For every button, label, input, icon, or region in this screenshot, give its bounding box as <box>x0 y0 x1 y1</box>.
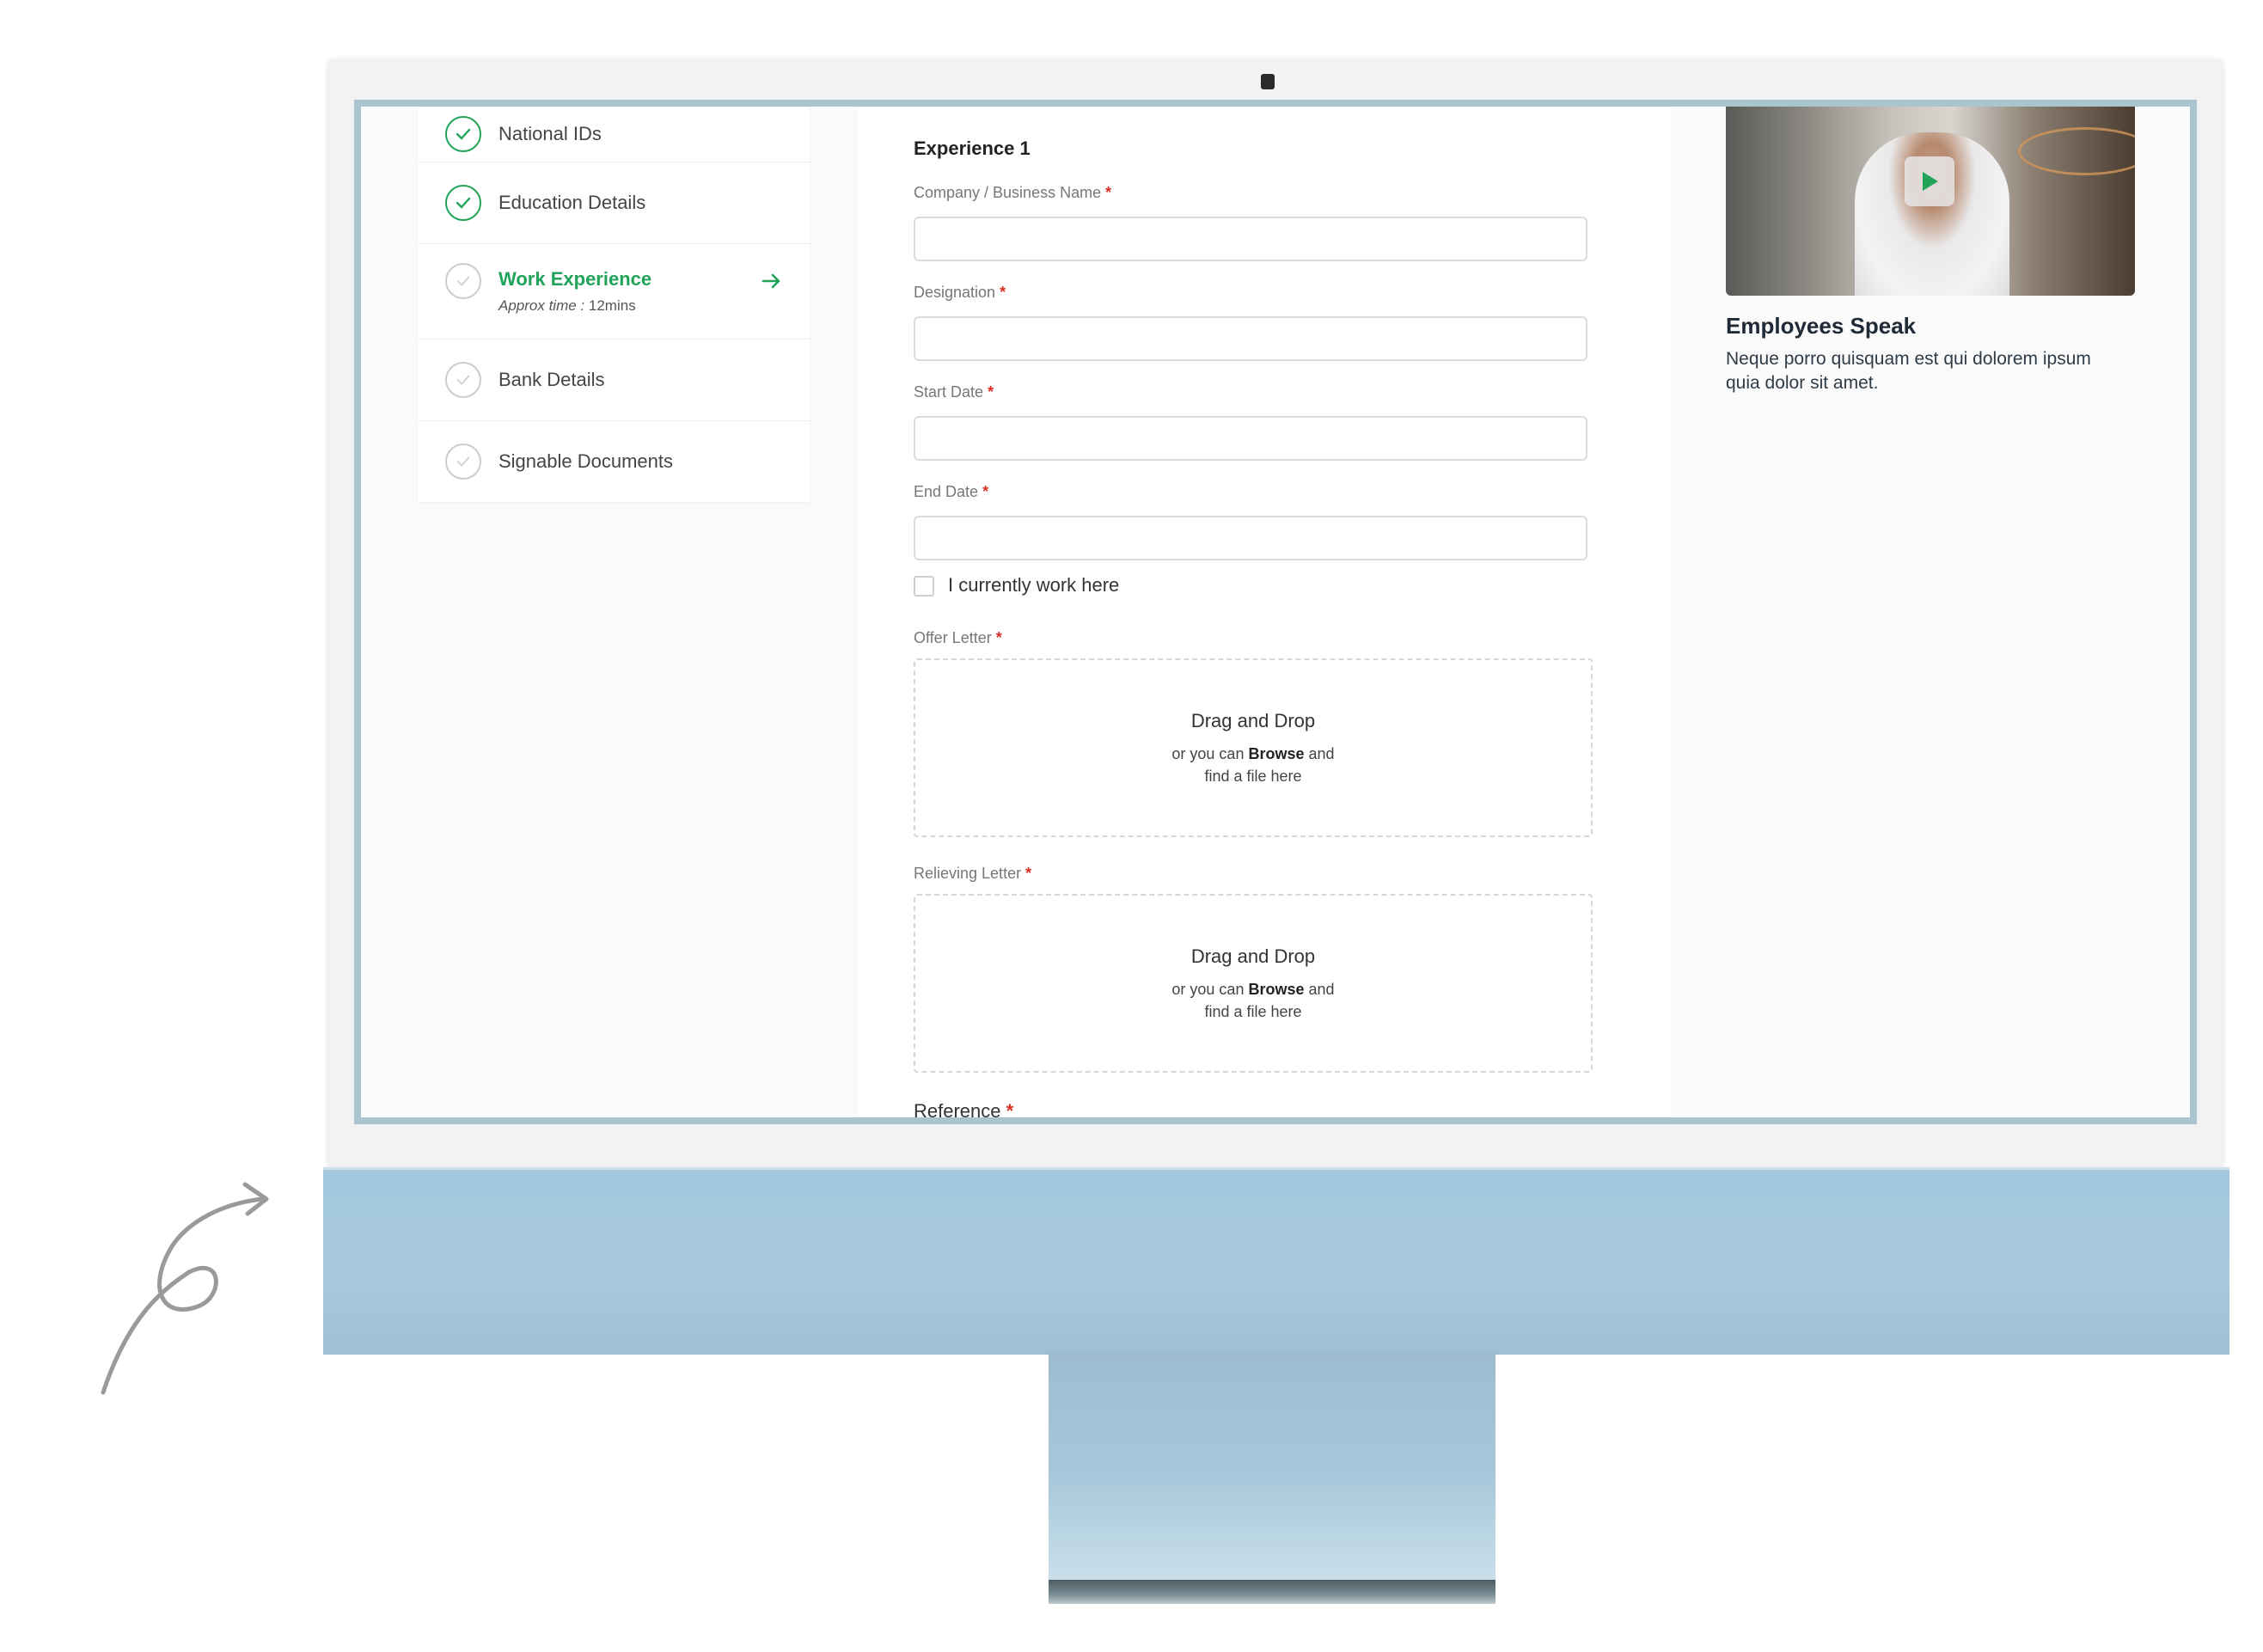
arrow-right-icon <box>761 273 780 289</box>
start-date-input[interactable] <box>914 416 1587 461</box>
required-mark: * <box>988 383 994 401</box>
browse-link[interactable]: Browse <box>1248 745 1304 762</box>
company-name-input[interactable] <box>914 217 1587 261</box>
check-icon <box>445 185 481 221</box>
play-icon <box>1923 172 1938 191</box>
end-date-input[interactable] <box>914 516 1587 560</box>
field-label-text: Offer Letter <box>914 629 992 646</box>
hint-text: or you can <box>1171 745 1245 762</box>
monitor-stand-base <box>1049 1580 1495 1604</box>
step-label: Signable Documents <box>498 450 674 472</box>
play-button[interactable] <box>1905 156 1954 206</box>
work-experience-form-pane: Experience 1 Company / Business Name * D… <box>858 107 1671 1117</box>
lamp-ring <box>2018 127 2135 175</box>
currently-work-here-label[interactable]: I currently work here <box>948 574 1119 597</box>
employee-video-thumbnail[interactable] <box>1726 107 2135 296</box>
step-work-experience[interactable]: Work Experience Approx time : 12mins <box>418 244 810 340</box>
field-label-text: Start Date <box>914 383 984 401</box>
employees-speak-pane: Employees Speak Neque porro quisquam est… <box>1671 107 2190 1117</box>
relieving-letter-label: Relieving Letter * <box>914 865 1031 883</box>
progress-sidebar: National IDs Education Details Work Expe… <box>361 107 858 1117</box>
step-signable-documents[interactable]: Signable Documents <box>418 421 810 502</box>
step-label: Education Details <box>498 192 646 213</box>
experience-title: Experience 1 <box>914 138 1031 159</box>
check-icon <box>445 362 481 398</box>
monitor-chin <box>323 1167 2229 1355</box>
hint-text: and <box>1308 981 1335 998</box>
offer-letter-dropzone[interactable]: Drag and Drop or you can Browse and find… <box>914 658 1593 837</box>
required-mark: * <box>995 629 1002 646</box>
dropzone-title: Drag and Drop <box>1190 710 1316 731</box>
dropzone-hint: or you can Browse and find a file here <box>915 743 1591 787</box>
field-label-text: Designation <box>914 284 996 301</box>
hint-text: find a file here <box>1204 768 1302 785</box>
employees-speak-title: Employees Speak <box>1726 313 1917 339</box>
step-education-details[interactable]: Education Details <box>418 162 810 244</box>
hint-text: and <box>1308 745 1335 762</box>
relieving-letter-dropzone[interactable]: Drag and Drop or you can Browse and find… <box>914 894 1593 1073</box>
end-date-label: End Date * <box>914 483 988 501</box>
check-icon <box>445 116 481 152</box>
check-icon <box>445 263 481 299</box>
required-mark: * <box>1025 865 1032 882</box>
currently-work-here-checkbox[interactable] <box>914 576 934 597</box>
monitor-stand <box>1049 1352 1495 1580</box>
field-label-text: Company / Business Name <box>914 184 1102 201</box>
company-name-label: Company / Business Name * <box>914 184 1111 202</box>
curly-arrow-icon <box>101 1182 269 1395</box>
approx-time-label: Approx time : <box>498 297 585 314</box>
step-national-ids[interactable]: National IDs <box>418 107 810 162</box>
step-label: National IDs <box>498 123 602 144</box>
hint-text: or you can <box>1171 981 1245 998</box>
reference-label-text: Reference <box>914 1100 1001 1122</box>
designation-input[interactable] <box>914 316 1587 361</box>
reference-label: Reference * <box>914 1100 1014 1122</box>
offer-letter-label: Offer Letter * <box>914 629 1002 647</box>
start-date-label: Start Date * <box>914 383 994 401</box>
dropzone-title: Drag and Drop <box>1190 945 1316 967</box>
required-mark: * <box>1105 184 1112 201</box>
dropzone-hint: or you can Browse and find a file here <box>915 978 1591 1023</box>
step-label: Work Experience <box>498 268 652 290</box>
steps-list: National IDs Education Details Work Expe… <box>418 107 810 502</box>
hint-text: find a file here <box>1204 1003 1302 1020</box>
approx-time: Approx time : 12mins <box>498 297 636 315</box>
check-icon <box>445 444 481 480</box>
approx-time-value: 12mins <box>588 297 636 314</box>
required-mark: * <box>982 483 989 500</box>
step-bank-details[interactable]: Bank Details <box>418 340 810 421</box>
required-mark: * <box>1006 1100 1014 1122</box>
employees-speak-description: Neque porro quisquam est qui dolorem ips… <box>1726 349 2091 393</box>
monitor-screen: National IDs Education Details Work Expe… <box>354 100 2197 1124</box>
field-label-text: End Date <box>914 483 979 500</box>
step-label: Bank Details <box>498 369 605 390</box>
browse-link[interactable]: Browse <box>1248 981 1304 998</box>
camera-icon <box>1261 74 1275 89</box>
required-mark: * <box>1000 284 1006 301</box>
designation-label: Designation * <box>914 284 1006 302</box>
field-label-text: Relieving Letter <box>914 865 1022 882</box>
